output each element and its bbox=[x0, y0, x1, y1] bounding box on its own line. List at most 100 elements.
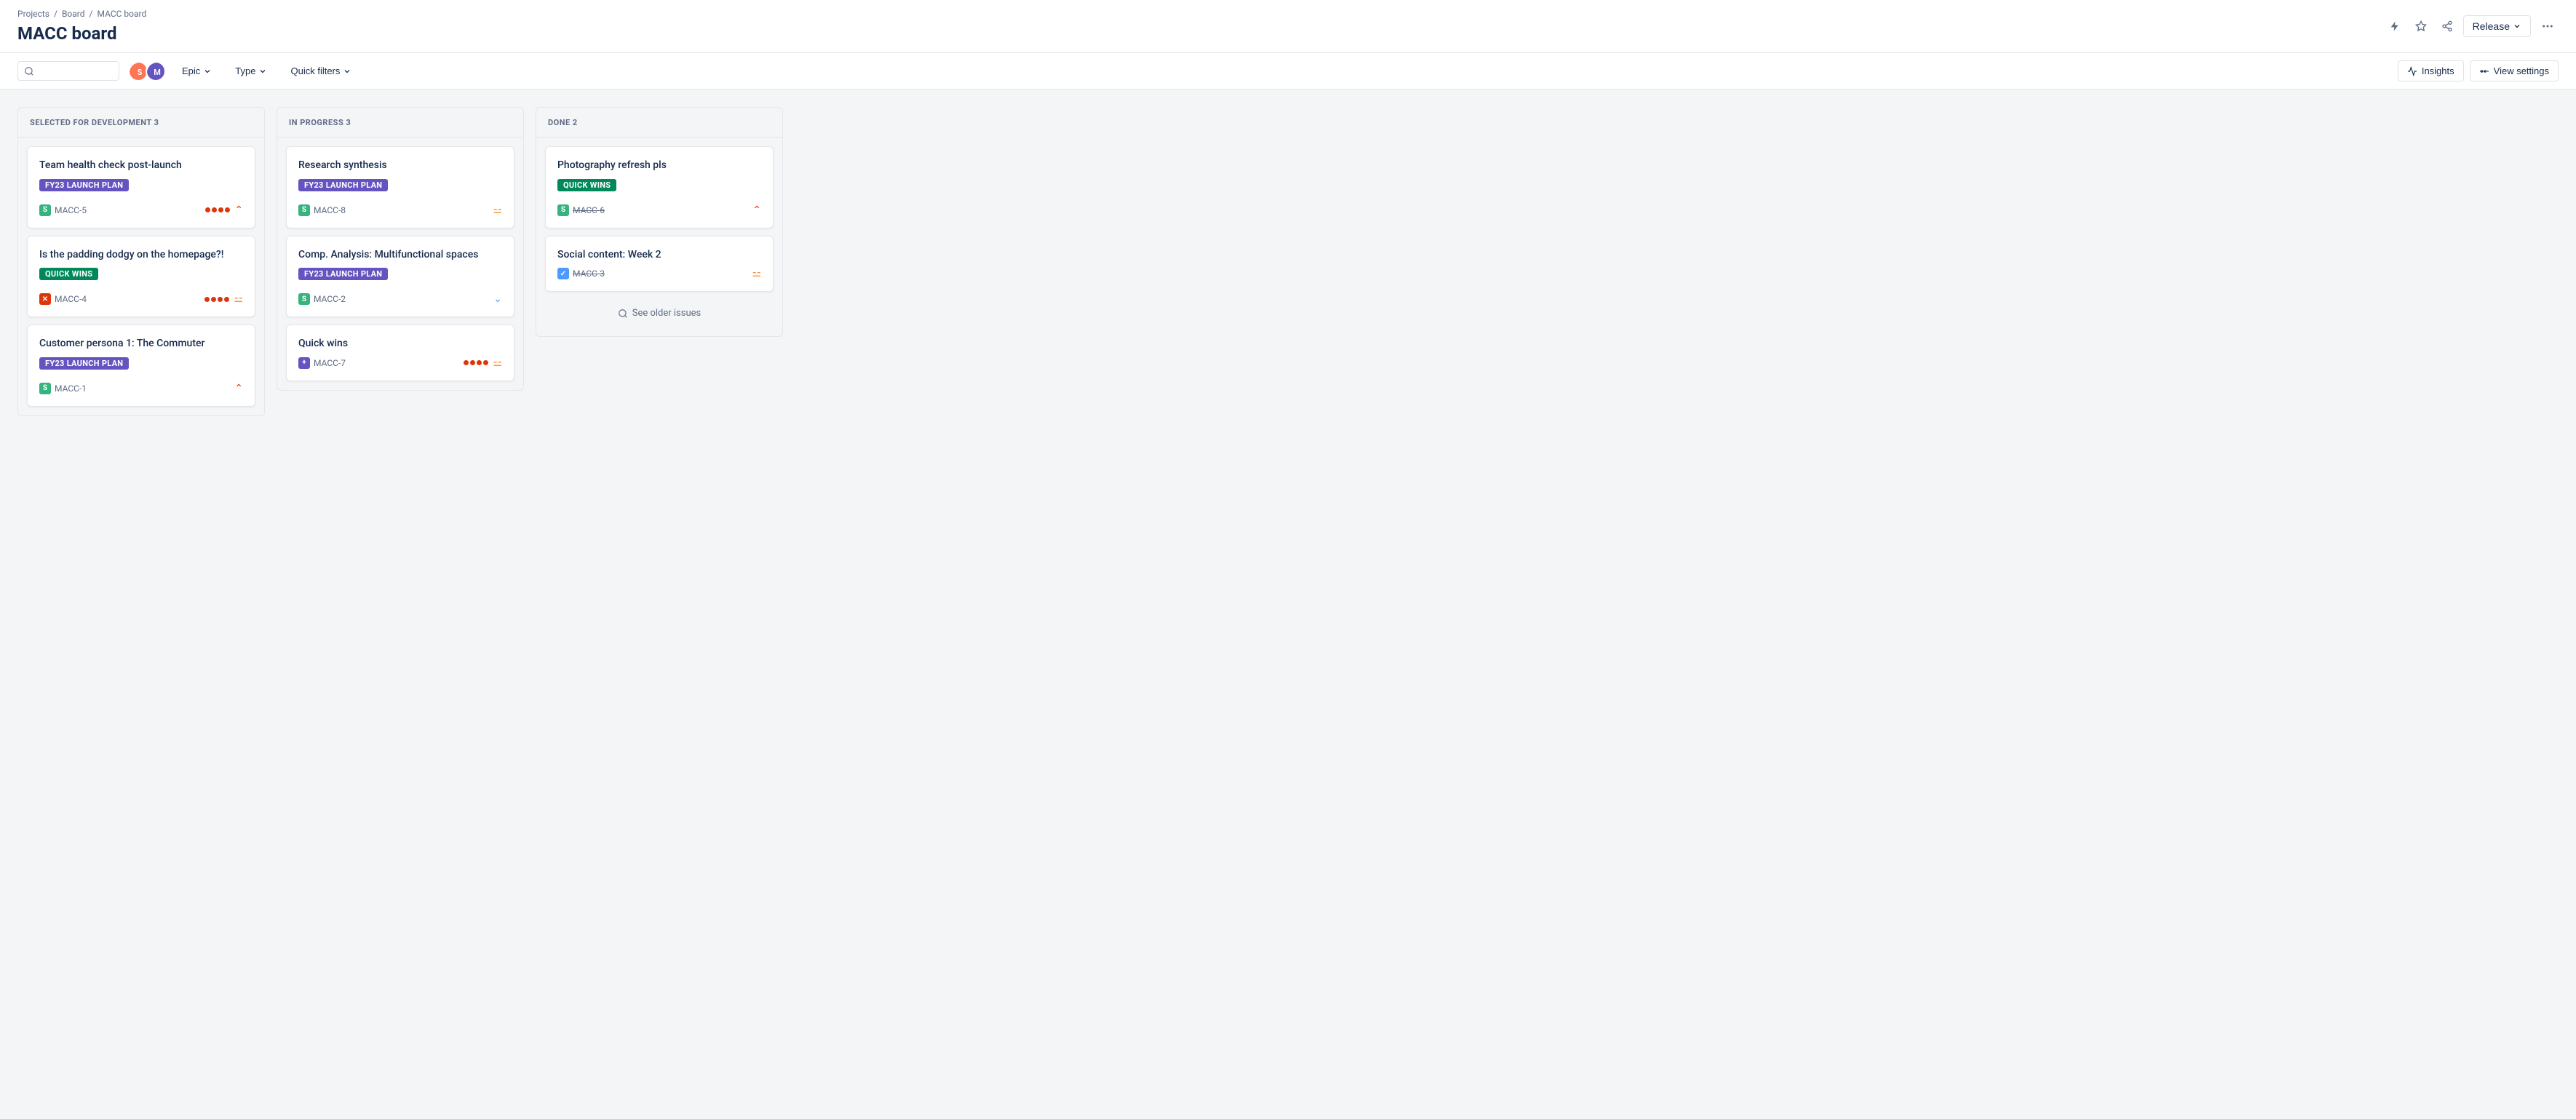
toolbar-left: S M Epic Type Quick filters bbox=[17, 61, 359, 81]
quick-filters-chevron-icon bbox=[343, 67, 351, 76]
card-meta: ⚍ bbox=[493, 204, 502, 216]
toolbar: S M Epic Type Quick filters Insights Vie… bbox=[0, 53, 2576, 89]
issue-id-label: MACC-5 bbox=[55, 205, 87, 215]
see-older-issues[interactable]: See older issues bbox=[545, 299, 774, 327]
avatars: S M bbox=[128, 61, 166, 81]
table-row[interactable]: Photography refresh pls QUICK WINS S MAC… bbox=[545, 146, 774, 228]
search-input[interactable] bbox=[39, 65, 111, 76]
issue-id-label: MACC-2 bbox=[314, 294, 346, 304]
breadcrumb-board[interactable]: Board bbox=[62, 9, 85, 19]
story-icon: S bbox=[557, 204, 569, 216]
card-meta: ⚍ bbox=[464, 357, 502, 369]
table-row[interactable]: Social content: Week 2 ✓ MACC-3 ⚍ bbox=[545, 236, 774, 292]
story-icon: S bbox=[298, 204, 310, 216]
card-footer: + MACC-7 ⚍ bbox=[298, 357, 502, 369]
card-badge: FY23 LAUNCH PLAN bbox=[39, 179, 129, 191]
column-header-done: DONE 2 bbox=[536, 108, 782, 138]
story-icon: S bbox=[39, 383, 51, 394]
equal-icon: ⚍ bbox=[493, 357, 502, 369]
dot bbox=[204, 297, 210, 302]
card-badge: FY23 LAUNCH PLAN bbox=[298, 179, 388, 191]
card-meta: ⌃ bbox=[752, 204, 761, 216]
table-row[interactable]: Quick wins + MACC-7 ⚍ bbox=[286, 324, 514, 381]
issue-id-label: MACC-4 bbox=[55, 294, 87, 304]
card-badge: FY23 LAUNCH PLAN bbox=[39, 357, 129, 370]
card-id: ✓ MACC-3 bbox=[557, 268, 605, 279]
card-footer: S MACC-1 ⌃ bbox=[39, 383, 243, 394]
toolbar-right: Insights View settings bbox=[2398, 60, 2559, 81]
epic-label: Epic bbox=[182, 65, 200, 76]
issue-id-label: MACC-8 bbox=[314, 205, 346, 215]
column-body-inprogress: Research synthesis FY23 LAUNCH PLAN S MA… bbox=[277, 138, 523, 390]
table-row[interactable]: Comp. Analysis: Multifunctional spaces F… bbox=[286, 236, 514, 318]
table-row[interactable]: Customer persona 1: The Commuter FY23 LA… bbox=[27, 324, 255, 407]
dot bbox=[218, 297, 223, 302]
type-label: Type bbox=[235, 65, 255, 76]
card-title: Customer persona 1: The Commuter bbox=[39, 337, 243, 351]
card-id: S MACC-5 bbox=[39, 204, 87, 216]
dot bbox=[477, 360, 482, 365]
issue-id-label: MACC-6 bbox=[573, 205, 605, 215]
chevron-up-icon: ⌃ bbox=[234, 383, 243, 394]
card-id: S MACC-2 bbox=[298, 293, 346, 305]
dot bbox=[464, 360, 469, 365]
dot bbox=[470, 360, 475, 365]
dot bbox=[212, 207, 217, 212]
card-title: Photography refresh pls bbox=[557, 159, 761, 173]
dot bbox=[205, 207, 210, 212]
insights-button[interactable]: Insights bbox=[2398, 60, 2464, 81]
release-button[interactable]: Release bbox=[2463, 15, 2531, 37]
equal-icon: ⚍ bbox=[493, 204, 502, 216]
quick-filters-button[interactable]: Quick filters bbox=[283, 62, 359, 80]
view-settings-label: View settings bbox=[2494, 65, 2549, 76]
issue-id-label: MACC-1 bbox=[55, 383, 87, 394]
issue-id-label: MACC-7 bbox=[314, 358, 346, 368]
view-settings-button[interactable]: View settings bbox=[2470, 60, 2559, 81]
star-button[interactable] bbox=[2411, 16, 2431, 36]
card-id: S MACC-1 bbox=[39, 383, 87, 394]
card-footer: S MACC-2 ⌄ bbox=[298, 293, 502, 305]
card-footer: ✓ MACC-3 ⚍ bbox=[557, 268, 761, 279]
type-filter[interactable]: Type bbox=[228, 62, 274, 80]
release-label: Release bbox=[2473, 20, 2510, 32]
dot bbox=[225, 207, 230, 212]
card-meta: ⌃ bbox=[205, 204, 243, 216]
card-title: Research synthesis bbox=[298, 159, 502, 173]
card-badge: QUICK WINS bbox=[39, 268, 98, 280]
see-older-label: See older issues bbox=[632, 308, 701, 319]
page-header: Projects / Board / MACC board MACC board… bbox=[0, 0, 2576, 53]
search-icon bbox=[24, 66, 34, 76]
card-footer: S MACC-8 ⚍ bbox=[298, 204, 502, 216]
card-title: Quick wins bbox=[298, 337, 502, 351]
table-row[interactable]: Team health check post-launch FY23 LAUNC… bbox=[27, 146, 255, 228]
column-done: DONE 2 Photography refresh pls QUICK WIN… bbox=[536, 107, 783, 337]
epic-chevron-icon bbox=[203, 67, 212, 76]
card-footer: S MACC-5 ⌃ bbox=[39, 204, 243, 216]
chevron-down-icon: ⌄ bbox=[493, 293, 502, 305]
search-box[interactable] bbox=[17, 61, 119, 81]
card-meta: ⌄ bbox=[493, 293, 502, 305]
breadcrumb-projects[interactable]: Projects bbox=[17, 9, 49, 19]
share-button[interactable] bbox=[2437, 16, 2457, 36]
table-row[interactable]: Is the padding dodgy on the homepage?! Q… bbox=[27, 236, 255, 318]
more-button[interactable] bbox=[2537, 15, 2559, 37]
view-settings-icon bbox=[2479, 66, 2489, 76]
epic-filter[interactable]: Epic bbox=[175, 62, 219, 80]
table-row[interactable]: Research synthesis FY23 LAUNCH PLAN S MA… bbox=[286, 146, 514, 228]
flash-button[interactable] bbox=[2385, 16, 2405, 36]
story-icon: S bbox=[298, 293, 310, 305]
card-title: Social content: Week 2 bbox=[557, 248, 761, 263]
chevron-up-icon: ⌃ bbox=[752, 204, 761, 216]
breadcrumb: Projects / Board / MACC board bbox=[17, 9, 146, 19]
card-meta: ⚍ bbox=[752, 268, 761, 279]
equal-icon: ⚍ bbox=[752, 268, 761, 279]
column-header-inprogress: IN PROGRESS 3 bbox=[277, 108, 523, 138]
search-older-icon bbox=[618, 308, 628, 319]
card-id: ✕ MACC-4 bbox=[39, 293, 87, 305]
card-title: Comp. Analysis: Multifunctional spaces bbox=[298, 248, 502, 263]
dot bbox=[218, 207, 223, 212]
card-id: + MACC-7 bbox=[298, 357, 346, 369]
equal-icon: ⚍ bbox=[234, 293, 243, 305]
insights-icon bbox=[2407, 66, 2417, 76]
card-meta: ⌃ bbox=[234, 383, 243, 394]
